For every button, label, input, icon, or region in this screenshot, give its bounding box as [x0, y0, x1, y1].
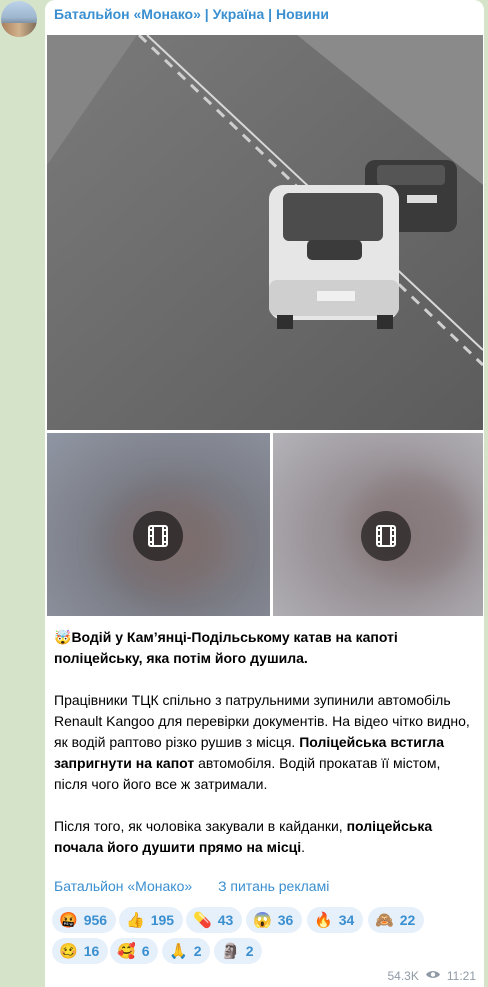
reaction-count: 43 — [217, 912, 234, 928]
channel-link[interactable]: Батальйон «Монако» — [54, 878, 192, 894]
video-thumbnail-2[interactable] — [273, 433, 483, 616]
exploding-head-icon: 🤯 — [54, 629, 72, 645]
reaction-count: 6 — [141, 943, 150, 959]
reaction-see-no-evil[interactable]: 🙈 22 — [368, 907, 425, 933]
video-thumbnail-1[interactable] — [47, 433, 270, 616]
channel-avatar[interactable] — [1, 1, 37, 37]
reaction-count: 195 — [150, 912, 175, 928]
folded-hands-icon: 🙏 — [169, 942, 188, 960]
moai-icon: 🗿 — [221, 942, 240, 960]
reaction-pray[interactable]: 🙏 2 — [162, 938, 211, 964]
reaction-scream[interactable]: 😱 36 — [246, 907, 303, 933]
dashcam-photo — [47, 35, 483, 430]
reaction-count: 34 — [338, 912, 355, 928]
avatar-image — [1, 23, 37, 37]
reaction-smiling-hearts[interactable]: 🥰 6 — [110, 938, 159, 964]
smiling-hearts-icon: 🥰 — [117, 942, 136, 960]
reaction-count: 2 — [245, 943, 254, 959]
post-paragraph-2: Після того, як чоловіка закували в кайда… — [54, 816, 474, 858]
ads-link[interactable]: З питань рекламі — [218, 878, 329, 894]
post-paragraph-1: Працівники ТЦК спільно з патрульними зуп… — [54, 690, 474, 795]
reaction-count: 956 — [83, 912, 108, 928]
post-title: 🤯Водій у Кам’янці-Подільському катав на … — [54, 627, 474, 669]
reaction-fire[interactable]: 🔥 34 — [307, 907, 364, 933]
photo-main[interactable] — [47, 35, 483, 430]
paragraph-text: Після того, як чоловіка закували в кайда… — [54, 818, 347, 834]
reaction-count: 36 — [277, 912, 294, 928]
fire-icon: 🔥 — [314, 911, 333, 929]
thumbs-up-icon: 👍 — [126, 911, 145, 929]
post-title-text: Водій у Кам’янці-Подільському катав на к… — [54, 629, 398, 666]
see-no-evil-monkey-icon: 🙈 — [375, 911, 394, 929]
pill-icon: 💊 — [193, 911, 212, 929]
post-links: Батальйон «Монако» З питань рекламі — [54, 878, 351, 894]
reaction-moai[interactable]: 🗿 2 — [214, 938, 263, 964]
paragraph-text: . — [301, 839, 306, 855]
views-count: 54.3K — [387, 969, 419, 983]
film-icon — [133, 511, 183, 561]
eye-icon — [425, 969, 441, 983]
woozy-face-icon: 🥴 — [59, 942, 78, 960]
reaction-woozy[interactable]: 🥴 16 — [52, 938, 109, 964]
message-meta: 54.3K 11:21 — [388, 969, 477, 983]
message-time: 11:21 — [446, 969, 476, 983]
channel-name-link[interactable]: Батальйон «Монако» | Україна | Новини — [54, 6, 329, 22]
reaction-angry[interactable]: 🤬 956 — [52, 907, 117, 933]
film-icon — [361, 511, 411, 561]
reaction-thumbs-up[interactable]: 👍 195 — [119, 907, 184, 933]
reaction-count: 22 — [399, 912, 416, 928]
angry-face-icon: 🤬 — [59, 911, 78, 929]
reaction-count: 2 — [193, 943, 202, 959]
scream-face-icon: 😱 — [253, 911, 272, 929]
reaction-count: 16 — [83, 943, 100, 959]
reaction-pill[interactable]: 💊 43 — [186, 907, 243, 933]
